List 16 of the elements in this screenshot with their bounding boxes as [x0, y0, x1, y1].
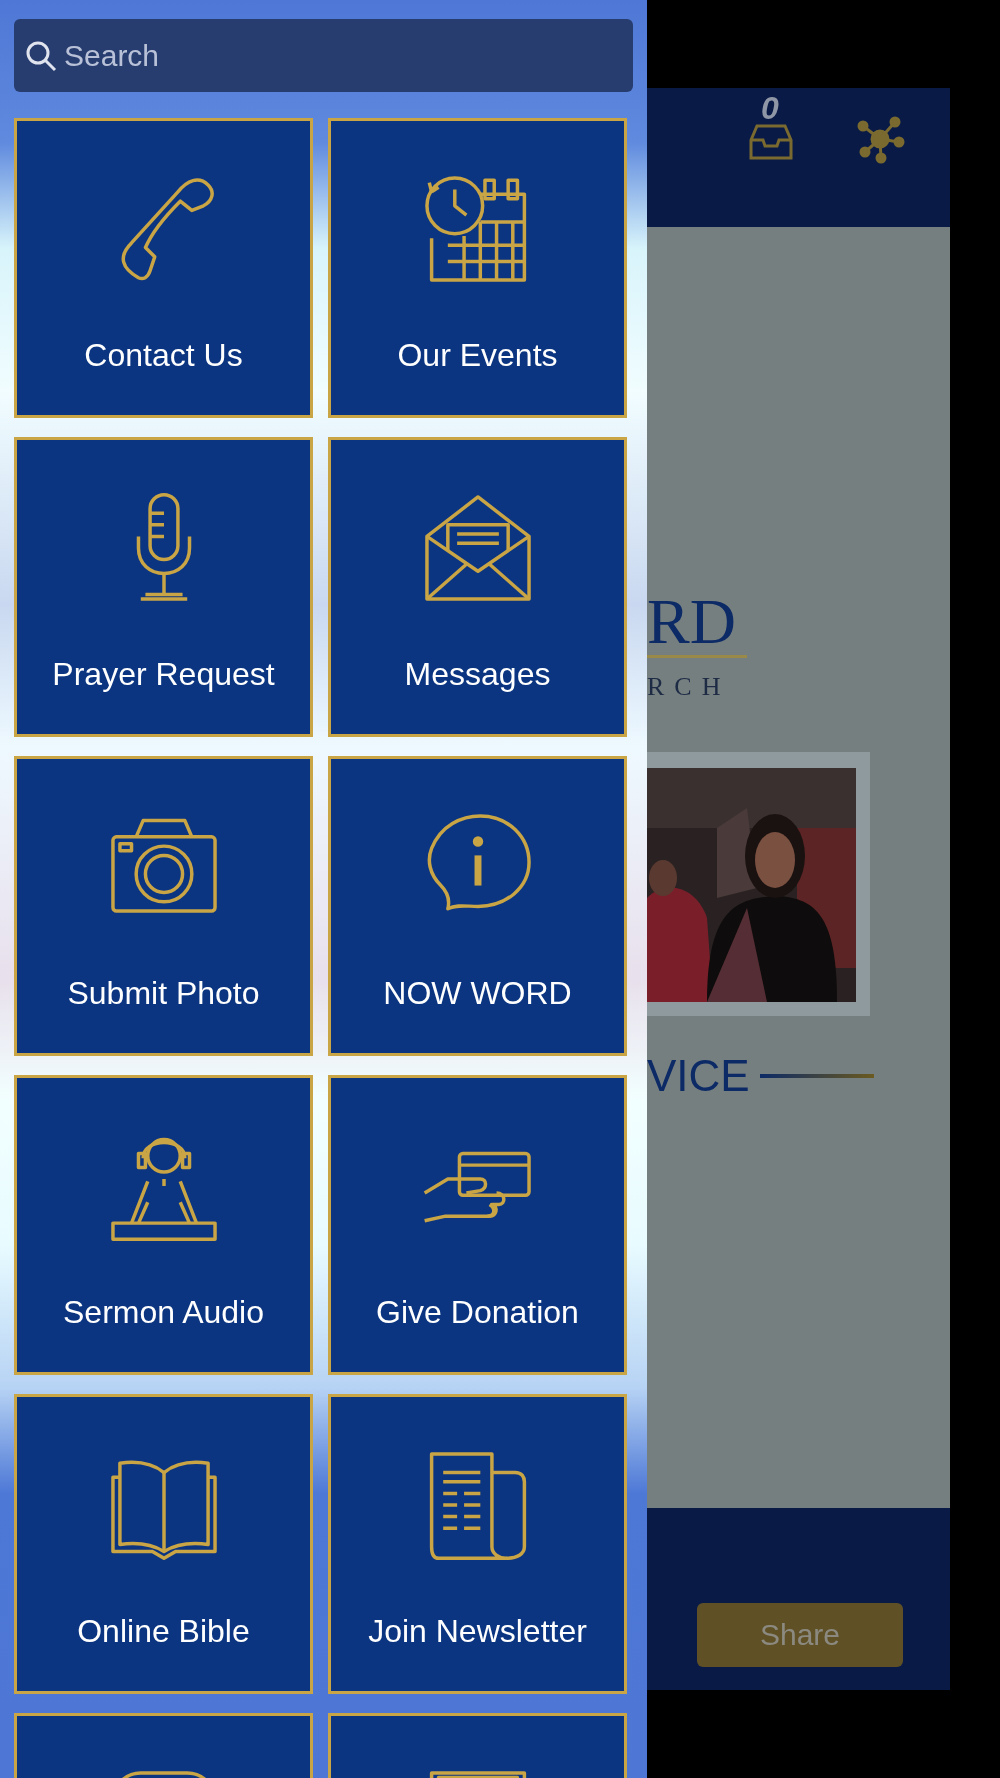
- network-icon[interactable]: [855, 114, 905, 164]
- menu-tile[interactable]: Submit Photo: [14, 756, 313, 1056]
- unread-count: 0: [761, 90, 779, 127]
- logo-text: RD: [647, 589, 747, 658]
- menu-tile[interactable]: Give Donation: [328, 1075, 627, 1375]
- section-heading: VICE: [647, 1052, 750, 1100]
- menu-tile[interactable]: Join Newsletter: [328, 1394, 627, 1694]
- menu-tile[interactable]: Prayer Request: [14, 437, 313, 737]
- menu-tile[interactable]: Contact Us: [14, 118, 313, 418]
- search-field[interactable]: Search: [14, 19, 633, 92]
- menu-tile[interactable]: Sermon Audio: [14, 1075, 313, 1375]
- menu-tile[interactable]: Our Events: [328, 118, 627, 418]
- logo-subtext: RCH: [647, 672, 732, 702]
- menu-tile[interactable]: Messages: [328, 437, 627, 737]
- menu-tile[interactable]: Online Bible: [14, 1394, 313, 1694]
- menu-tile[interactable]: NOW WORD: [328, 756, 627, 1056]
